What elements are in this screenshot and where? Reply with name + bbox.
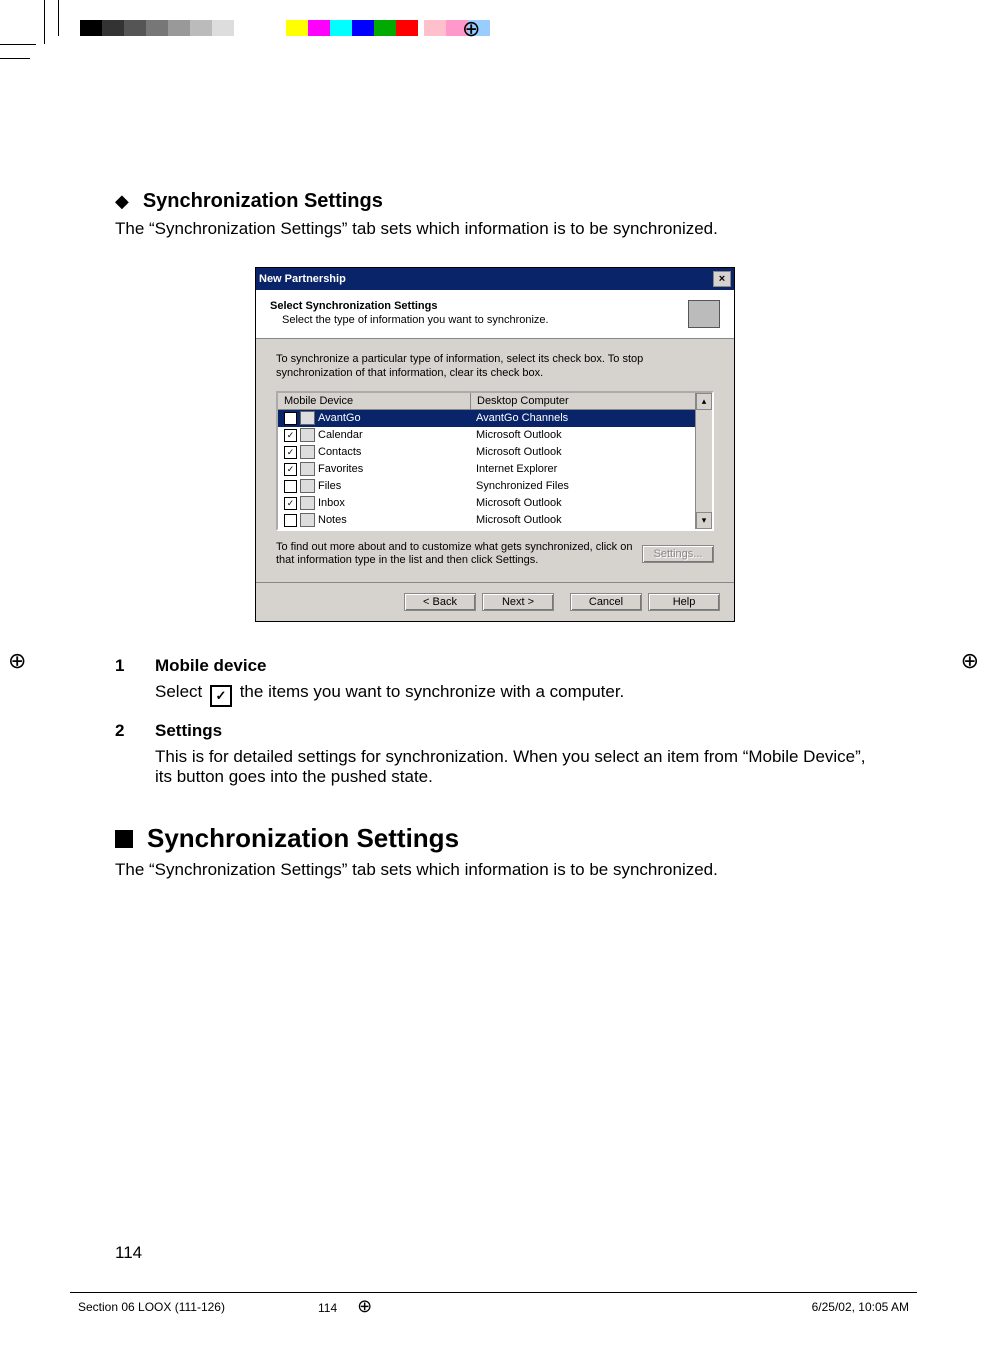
next-button[interactable]: Next > [482, 593, 554, 611]
settings-footnote: To find out more about and to customize … [276, 541, 634, 569]
wizard-title: Select Synchronization Settings [270, 300, 549, 312]
title-bar: New Partnership × [256, 268, 734, 290]
footer-rule [70, 1292, 917, 1293]
crop-mark [58, 0, 59, 36]
step-body: Select the items you want to synchronize… [155, 682, 875, 707]
list-item[interactable]: ✓ Favorites Internet Explorer [278, 461, 712, 478]
footer-page: 114 [318, 1301, 337, 1315]
list-item[interactable]: AvantGo AvantGo Channels [278, 410, 712, 427]
item-icon [300, 513, 315, 527]
crop-mark [0, 58, 30, 59]
section-heading: Synchronization Settings [147, 823, 459, 854]
window-title: New Partnership [259, 273, 346, 285]
new-partnership-dialog: New Partnership × Select Synchronization… [255, 267, 735, 622]
item-name: Notes [318, 514, 347, 526]
item-name: AvantGo [318, 412, 361, 424]
item-icon [300, 411, 315, 425]
item-desktop: Microsoft Outlook [470, 497, 712, 509]
text: the items you want to synchronize with a… [235, 682, 624, 701]
sync-header-icon [688, 300, 720, 328]
list-item[interactable]: ✓ Contacts Microsoft Outlook [278, 444, 712, 461]
registration-mark-icon: ⊕ [8, 648, 26, 674]
back-button[interactable]: < Back [404, 593, 476, 611]
list-item[interactable]: Files Synchronized Files [278, 478, 712, 495]
registration-mark-icon: ⊕ [357, 1296, 372, 1316]
item-icon [300, 496, 315, 510]
list-header: Mobile Device Desktop Computer [278, 393, 712, 410]
settings-button[interactable]: Settings... [642, 545, 714, 563]
item-name: Inbox [318, 497, 345, 509]
footer-section: Section 06 LOOX (111-126) [78, 1300, 278, 1314]
print-color-bar [80, 20, 490, 36]
step-title: Mobile device [155, 656, 266, 676]
item-name: Favorites [318, 463, 363, 475]
item-name: Files [318, 480, 341, 492]
crop-mark [44, 0, 45, 44]
item-desktop: AvantGo Channels [470, 412, 712, 424]
item-icon [300, 428, 315, 442]
item-icon [300, 479, 315, 493]
item-icon [300, 462, 315, 476]
registration-mark-icon: ⊕ [961, 648, 979, 674]
checkbox[interactable]: ✓ [284, 497, 297, 510]
list-item[interactable]: ✓ Inbox Microsoft Outlook [278, 495, 712, 512]
checkbox[interactable]: ✓ [284, 446, 297, 459]
scroll-down-icon[interactable]: ▾ [696, 512, 712, 529]
page-number: 114 [115, 1243, 142, 1263]
intro-paragraph: The “Synchronization Settings” tab sets … [115, 860, 875, 880]
column-header-mobile: Mobile Device [278, 393, 471, 409]
diamond-bullet-icon: ◆ [115, 191, 129, 212]
scrollbar[interactable]: ▴ ▾ [695, 393, 712, 529]
list-item[interactable]: Notes Microsoft Outlook [278, 512, 712, 529]
step-title: Settings [155, 721, 222, 741]
text: Select [155, 682, 207, 701]
close-icon[interactable]: × [713, 271, 731, 287]
footer-datetime: 6/25/02, 10:05 AM [709, 1300, 909, 1314]
item-desktop: Microsoft Outlook [470, 446, 712, 458]
registration-mark-icon: ⊕ [462, 16, 480, 42]
item-icon [300, 445, 315, 459]
help-button[interactable]: Help [648, 593, 720, 611]
item-desktop: Microsoft Outlook [470, 514, 712, 526]
list-item[interactable]: ✓ Calendar Microsoft Outlook [278, 427, 712, 444]
column-header-desktop: Desktop Computer [471, 393, 712, 409]
checkbox[interactable]: ✓ [284, 463, 297, 476]
sync-items-listbox[interactable]: Mobile Device Desktop Computer AvantGoAv… [276, 391, 714, 531]
wizard-subtitle: Select the type of information you want … [270, 314, 549, 326]
step-number: 1 [115, 656, 133, 676]
checkbox[interactable] [284, 412, 297, 425]
item-desktop: Synchronized Files [470, 480, 712, 492]
checkbox[interactable] [284, 514, 297, 527]
item-name: Contacts [318, 446, 361, 458]
section-heading: Synchronization Settings [143, 190, 383, 213]
checkbox-icon [210, 685, 232, 707]
step-body: This is for detailed settings for synchr… [155, 747, 875, 787]
item-name: Calendar [318, 429, 363, 441]
checkbox[interactable]: ✓ [284, 429, 297, 442]
square-bullet-icon [115, 830, 133, 848]
crop-mark [0, 44, 36, 45]
cancel-button[interactable]: Cancel [570, 593, 642, 611]
checkbox[interactable] [284, 480, 297, 493]
scroll-up-icon[interactable]: ▴ [696, 393, 712, 410]
dialog-intro-text: To synchronize a particular type of info… [276, 353, 714, 381]
intro-paragraph: The “Synchronization Settings” tab sets … [115, 219, 875, 239]
item-desktop: Microsoft Outlook [470, 429, 712, 441]
step-number: 2 [115, 721, 133, 741]
item-desktop: Internet Explorer [470, 463, 712, 475]
